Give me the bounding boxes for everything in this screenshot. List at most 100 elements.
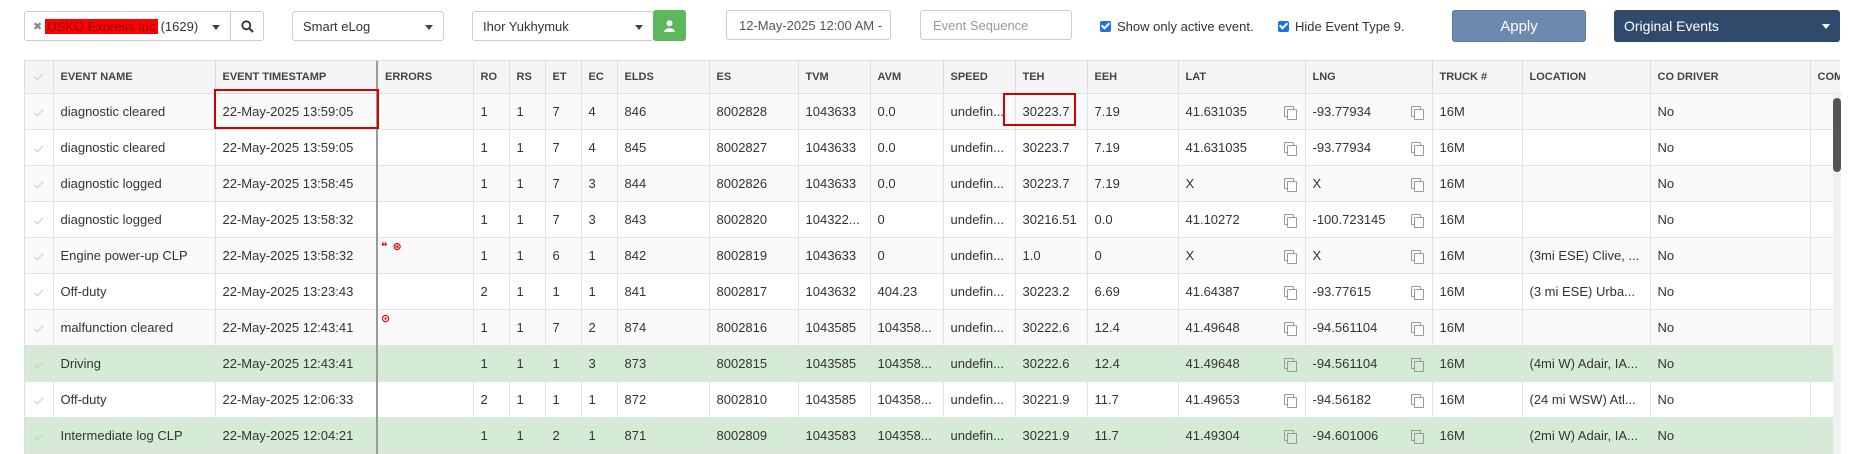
- row-select-cell[interactable]: [25, 129, 54, 166]
- column-header-eeh[interactable]: EEH: [1087, 61, 1179, 94]
- show-active-checkbox[interactable]: Show only active event.: [1100, 19, 1254, 34]
- cell-location-value: (24 mi WSW) Atl...: [1529, 391, 1636, 407]
- copy-icon[interactable]: [1410, 213, 1424, 228]
- company-select[interactable]: ✖ USKO Express Inc (1629): [24, 11, 231, 41]
- copy-icon[interactable]: [1410, 285, 1424, 300]
- column-header-rs[interactable]: RS: [509, 61, 546, 94]
- cell-eeh: 12.4: [1087, 309, 1179, 346]
- row-select-cell[interactable]: [25, 93, 54, 130]
- cell-teh: 30221.9: [1015, 381, 1088, 418]
- copy-icon[interactable]: [1410, 393, 1424, 408]
- table-row[interactable]: diagnostic logged 22-May-2025 13:58:32 1 1 7…: [25, 201, 1840, 238]
- event-sequence-input[interactable]: Event Sequence: [920, 10, 1072, 40]
- select-all-header[interactable]: [25, 61, 54, 94]
- copy-icon[interactable]: [1283, 429, 1297, 444]
- copy-icon[interactable]: [1410, 105, 1424, 120]
- copy-icon[interactable]: [1410, 177, 1424, 192]
- vertical-scrollbar[interactable]: [1833, 92, 1841, 454]
- row-select-cell[interactable]: [25, 201, 54, 238]
- column-header-truck[interactable]: TRUCK #: [1432, 61, 1523, 94]
- copy-icon[interactable]: [1283, 393, 1297, 408]
- row-select-cell[interactable]: [25, 345, 54, 382]
- column-header-speed[interactable]: SPEED: [943, 61, 1016, 94]
- cell-co-driver: No: [1650, 93, 1811, 130]
- date-range-input[interactable]: 12-May-2025 12:00 AM -: [726, 10, 891, 40]
- copy-icon[interactable]: [1283, 213, 1297, 228]
- cell-rs-value: 1: [516, 211, 524, 227]
- copy-icon[interactable]: [1283, 141, 1297, 156]
- copy-icon[interactable]: [1283, 357, 1297, 372]
- driver-select[interactable]: Ihor Yukhymuk: [472, 11, 654, 41]
- column-header-comm[interactable]: COMM: [1810, 61, 1840, 94]
- table-row[interactable]: Off-duty 22-May-2025 12:06:33 2 1 1 1 872 80028…: [25, 381, 1840, 418]
- row-select-cell[interactable]: [25, 309, 54, 346]
- table-row[interactable]: diagnostic cleared 22-May-2025 13:59:05 1 1…: [25, 93, 1840, 130]
- cell-truck: 16M: [1432, 417, 1523, 454]
- row-select-cell[interactable]: [25, 237, 54, 274]
- copy-icon[interactable]: [1410, 357, 1424, 372]
- cell-es: 8002819: [709, 237, 799, 274]
- cell-errors: ❝ ⊛: [377, 237, 474, 274]
- copy-icon[interactable]: [1410, 141, 1424, 156]
- cell-ro-value: 1: [480, 175, 488, 191]
- row-select-cell[interactable]: [25, 165, 54, 202]
- row-select-cell[interactable]: [25, 273, 54, 310]
- copy-icon[interactable]: [1283, 177, 1297, 192]
- cell-event-name-value: diagnostic logged: [60, 211, 162, 227]
- column-header-tvm[interactable]: TVM: [798, 61, 871, 94]
- column-header-lng[interactable]: LNG: [1305, 61, 1433, 94]
- cell-ro: 1: [473, 309, 510, 346]
- table-row[interactable]: malfunction cleared 22-May-2025 12:43:41 ⊙…: [25, 309, 1840, 346]
- column-header-co-driver[interactable]: CO DRIVER: [1650, 61, 1811, 94]
- column-header-location[interactable]: LOCATION: [1522, 61, 1651, 94]
- cell-es-value: 8002820: [716, 211, 768, 227]
- cell-truck: 16M: [1432, 93, 1523, 130]
- apply-button[interactable]: Apply: [1452, 10, 1586, 42]
- row-select-cell[interactable]: [25, 381, 54, 418]
- table-row[interactable]: Intermediate log CLP 22-May-2025 12:04:21…: [25, 417, 1840, 454]
- search-button[interactable]: [231, 11, 264, 41]
- table-row[interactable]: Off-duty 22-May-2025 13:23:43 2 1 1 1 841 80028…: [25, 273, 1840, 310]
- column-header-avm[interactable]: AVM: [870, 61, 944, 94]
- hide-type9-checkbox[interactable]: Hide Event Type 9.: [1278, 19, 1405, 34]
- copy-icon[interactable]: [1283, 321, 1297, 336]
- cell-location: (3 mi ESE) Urba...: [1522, 273, 1651, 310]
- copy-icon[interactable]: [1410, 249, 1424, 264]
- column-header-elds[interactable]: ELDS: [617, 61, 710, 94]
- column-header-et[interactable]: ET: [545, 61, 582, 94]
- table-row[interactable]: diagnostic logged 22-May-2025 13:58:45 1 1 7…: [25, 165, 1840, 202]
- copy-icon[interactable]: [1283, 285, 1297, 300]
- error-indicator-icon[interactable]: ❝ ⊛: [381, 240, 403, 253]
- cell-truck-value: 16M: [1439, 247, 1465, 263]
- table-row[interactable]: Driving 22-May-2025 12:43:41 1 1 1 3 873 800281…: [25, 345, 1840, 382]
- copy-icon[interactable]: [1283, 249, 1297, 264]
- column-header-errors[interactable]: ERRORS: [377, 61, 474, 94]
- column-header-event-name[interactable]: EVENT NAME: [53, 61, 216, 94]
- events-mode-select[interactable]: Original Events: [1614, 10, 1840, 42]
- clear-selection-icon[interactable]: ✖: [33, 20, 42, 33]
- copy-icon[interactable]: [1410, 321, 1424, 336]
- column-header-ec[interactable]: EC: [581, 61, 618, 94]
- column-header-es[interactable]: ES: [709, 61, 799, 94]
- cell-errors: [377, 417, 474, 454]
- column-header-event-timestamp[interactable]: EVENT TIMESTAMP: [215, 61, 378, 94]
- checkbox-checked-icon[interactable]: [1100, 21, 1111, 32]
- cell-tvm-value: 1043583: [805, 427, 857, 443]
- column-header-lat[interactable]: LAT: [1178, 61, 1306, 94]
- table-row[interactable]: diagnostic cleared 22-May-2025 13:59:05 1 1…: [25, 129, 1840, 166]
- column-header-teh[interactable]: TEH: [1015, 61, 1088, 94]
- driver-profile-button[interactable]: [653, 10, 686, 41]
- column-header-ro[interactable]: RO: [473, 61, 510, 94]
- cell-co-driver: No: [1650, 273, 1811, 310]
- cell-lng-value: -94.561104: [1312, 355, 1378, 371]
- cell-errors: [377, 273, 474, 310]
- elog-type-select[interactable]: Smart eLog: [292, 11, 444, 41]
- row-select-cell[interactable]: [25, 417, 54, 454]
- scrollbar-thumb[interactable]: [1833, 98, 1841, 172]
- checkbox-checked-icon[interactable]: [1278, 21, 1289, 32]
- copy-icon[interactable]: [1410, 429, 1424, 444]
- table-row[interactable]: Engine power-up CLP 22-May-2025 13:58:32 ❝…: [25, 237, 1840, 274]
- error-indicator-icon[interactable]: ⊙: [381, 312, 391, 325]
- user-icon: [664, 19, 675, 32]
- copy-icon[interactable]: [1283, 105, 1297, 120]
